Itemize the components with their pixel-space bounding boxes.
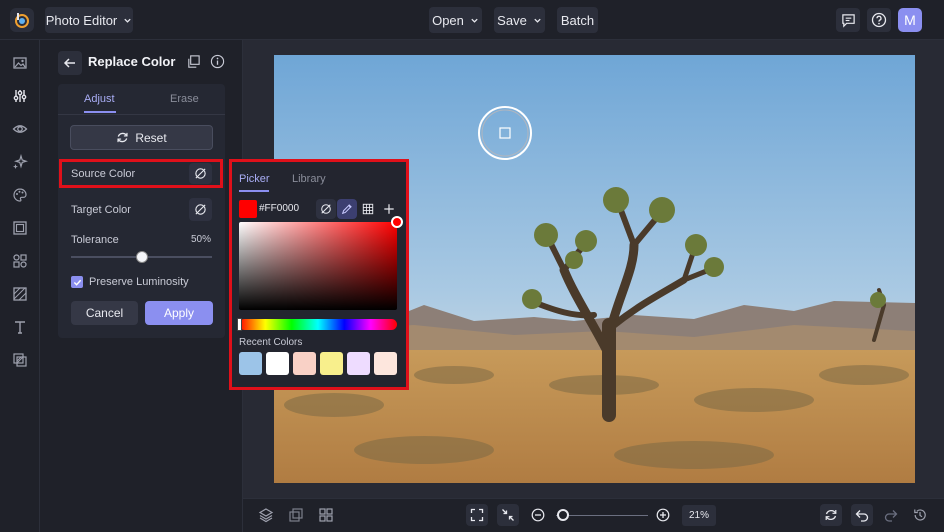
- zoom-out-icon[interactable]: [531, 508, 545, 522]
- current-color-swatch: [239, 200, 257, 218]
- open-menu-label: Open: [432, 12, 464, 28]
- refresh-icon: [116, 131, 129, 144]
- tab-adjust[interactable]: Adjust: [84, 93, 115, 105]
- apply-button-label: Apply: [163, 306, 195, 320]
- eyedropper-icon: [341, 203, 353, 215]
- save-menu-label: Save: [497, 12, 527, 28]
- eye-icon[interactable]: [9, 118, 31, 140]
- checkmark-icon: [73, 278, 82, 287]
- grid-view-icon[interactable]: [318, 507, 336, 525]
- plus-icon: [383, 203, 395, 215]
- tolerance-slider-thumb[interactable]: [135, 251, 148, 263]
- image-icon[interactable]: [9, 52, 31, 74]
- batch-button-label: Batch: [560, 12, 595, 28]
- zoom-slider[interactable]: [556, 515, 648, 516]
- photo-editor-menu[interactable]: Photo Editor: [45, 7, 133, 33]
- shapes-icon[interactable]: [9, 250, 31, 272]
- help-icon[interactable]: [867, 8, 891, 32]
- tolerance-label: Tolerance: [71, 234, 119, 246]
- texture-icon[interactable]: [9, 283, 31, 305]
- panel-title: Replace Color: [88, 54, 176, 69]
- recent-color-swatch-3[interactable]: [293, 352, 316, 375]
- rotate-icon[interactable]: [820, 504, 842, 526]
- left-nav: [0, 40, 40, 532]
- reset-button-label: Reset: [135, 130, 167, 145]
- picker-active-tab-indicator: [239, 190, 269, 192]
- top-bar: Photo Editor Open Save Batch M: [0, 0, 944, 40]
- recent-colors-row: [239, 352, 399, 376]
- zoom-in-icon[interactable]: [656, 508, 670, 522]
- target-color-label: Target Color: [71, 204, 131, 216]
- grid-icon: [362, 203, 374, 215]
- tab-divider: [58, 114, 225, 115]
- chevron-down-icon: [123, 16, 132, 25]
- source-color-label: Source Color: [71, 168, 136, 180]
- eyedropper-button[interactable]: [337, 199, 357, 219]
- tolerance-value: 50%: [191, 234, 212, 245]
- preserve-luminosity-checkbox[interactable]: [71, 276, 83, 288]
- history-icon[interactable]: [913, 508, 927, 522]
- cancel-button-label: Cancel: [85, 306, 124, 320]
- sparkle-icon[interactable]: [9, 151, 31, 173]
- duplicate-icon[interactable]: [288, 507, 306, 525]
- redo-icon[interactable]: [884, 508, 898, 522]
- open-menu[interactable]: Open: [429, 7, 482, 33]
- hue-slider[interactable]: [239, 319, 397, 330]
- recent-color-swatch-6[interactable]: [374, 352, 397, 375]
- layers-stack-icon[interactable]: [258, 507, 276, 525]
- recent-color-swatch-2[interactable]: [266, 352, 289, 375]
- no-color-icon: [194, 203, 207, 216]
- color-area-handle[interactable]: [391, 216, 403, 228]
- batch-button[interactable]: Batch: [557, 7, 598, 33]
- copy-icon[interactable]: [186, 54, 202, 70]
- undo-icon[interactable]: [851, 504, 873, 526]
- active-tab-indicator: [84, 111, 116, 113]
- recent-color-swatch-1[interactable]: [239, 352, 262, 375]
- tab-library[interactable]: Library: [292, 173, 326, 185]
- chevron-down-icon: [470, 16, 479, 25]
- reset-button[interactable]: Reset: [70, 125, 213, 150]
- sliders-icon[interactable]: [9, 85, 31, 107]
- grid-button[interactable]: [358, 199, 378, 219]
- hex-input[interactable]: #FF0000: [259, 203, 299, 214]
- hue-slider-handle[interactable]: [237, 318, 242, 331]
- user-avatar[interactable]: M: [898, 8, 922, 32]
- avatar-initial: M: [904, 12, 916, 28]
- preserve-luminosity-label: Preserve Luminosity: [89, 276, 189, 288]
- text-icon[interactable]: [9, 316, 31, 338]
- fit-screen-icon[interactable]: [466, 504, 488, 526]
- zoom-level[interactable]: 21%: [682, 505, 716, 526]
- no-color-button[interactable]: [316, 199, 336, 219]
- recent-color-swatch-5[interactable]: [347, 352, 370, 375]
- recent-colors-label: Recent Colors: [239, 337, 303, 348]
- no-color-icon: [320, 203, 332, 215]
- palette-icon[interactable]: [9, 184, 31, 206]
- cancel-button[interactable]: Cancel: [71, 301, 138, 325]
- saturation-value-area[interactable]: [239, 222, 397, 310]
- frame-icon[interactable]: [9, 217, 31, 239]
- actual-size-icon[interactable]: [497, 504, 519, 526]
- save-menu[interactable]: Save: [494, 7, 545, 33]
- source-color-swatch[interactable]: [189, 163, 212, 184]
- info-icon[interactable]: [210, 54, 226, 70]
- layers-icon[interactable]: [9, 349, 31, 371]
- photo-editor-menu-label: Photo Editor: [45, 12, 118, 28]
- back-arrow-icon[interactable]: [58, 51, 82, 75]
- feedback-icon[interactable]: [836, 8, 860, 32]
- tab-picker[interactable]: Picker: [239, 173, 270, 185]
- target-color-swatch[interactable]: [189, 198, 212, 221]
- tab-erase[interactable]: Erase: [170, 93, 199, 105]
- recent-color-swatch-4[interactable]: [320, 352, 343, 375]
- chevron-down-icon: [533, 16, 542, 25]
- no-color-icon: [194, 167, 207, 180]
- app-logo-icon[interactable]: [10, 8, 34, 32]
- apply-button[interactable]: Apply: [145, 301, 213, 325]
